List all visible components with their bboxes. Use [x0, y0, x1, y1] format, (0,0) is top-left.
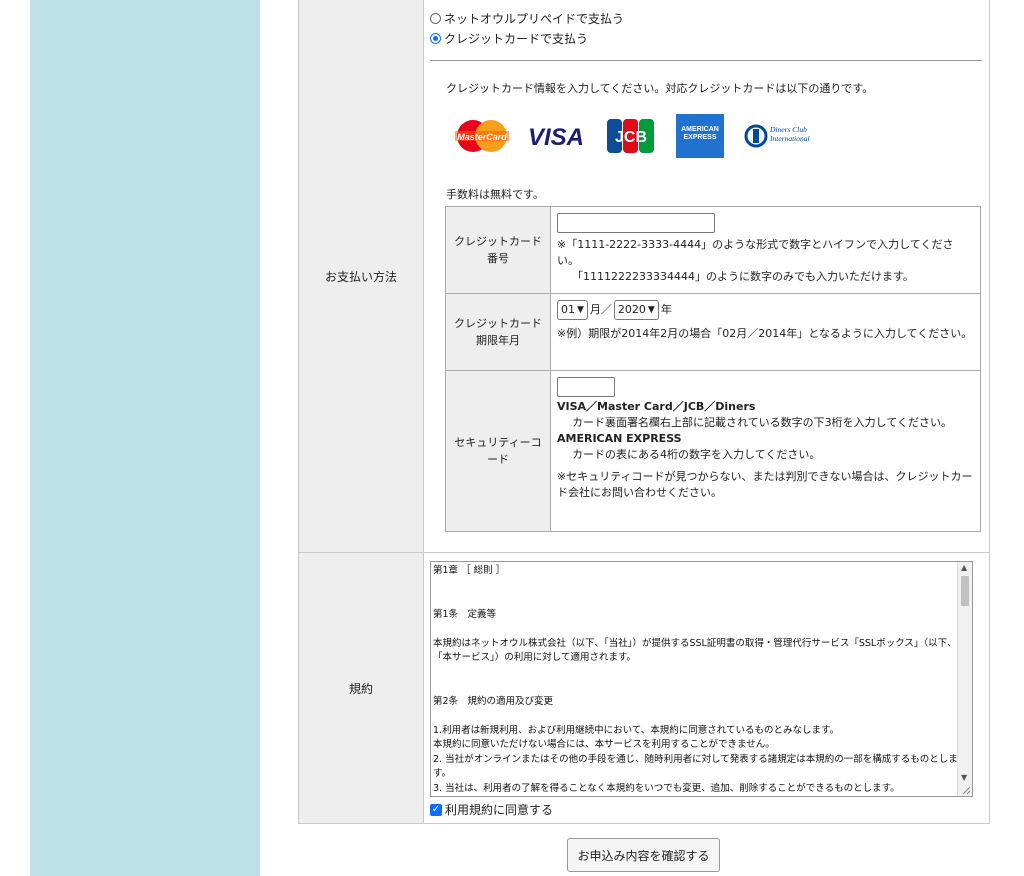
expiry-month-value: 01	[561, 303, 575, 316]
security-note: ※セキュリティコードが見つからない、または判別できない場合は、クレジットカード会…	[557, 470, 973, 499]
scroll-thumb[interactable]	[961, 576, 969, 606]
fee-text: 手数料は無料です。	[446, 188, 544, 201]
agree-checkbox[interactable]: ✓	[430, 803, 442, 816]
expiry-year-unit: 年	[660, 303, 672, 316]
jcb-logo: JCB	[607, 119, 654, 153]
terms-text: 第1章 ［ 総則 ］ 第1条 定義等 本規約はネットオウル株式会社（以下、「当社…	[433, 565, 958, 794]
expiry-month-unit: 月／	[589, 303, 612, 316]
expiry-month-select[interactable]: 01 ▼	[557, 300, 588, 320]
security-code-label: セキュリティーコード	[446, 371, 551, 531]
form-table: お支払い方法 ネットオウルプリペイドで支払う クレジットカードで支払う クレジッ…	[298, 0, 990, 824]
terms-label: 規約	[299, 552, 424, 823]
security-brands-2: AMERICAN EXPRESS	[557, 432, 682, 445]
security-brands-1: VISA／Master Card／JCB／Diners	[557, 400, 756, 413]
card-number-input[interactable]	[557, 213, 715, 233]
scroll-down-icon[interactable]: ▼	[961, 773, 967, 782]
expiry-note: ※例）期限が2014年2月の場合「02月／2014年」となるように入力してくださ…	[557, 327, 973, 340]
card-details-table: クレジットカード番号 ※「1111-2222-3333-4444」のような形式で…	[445, 206, 981, 532]
visa-logo: VISA	[528, 124, 584, 149]
expiry-cell: 01 ▼ 月／ 2020 ▼ 年 ※例）期限が2014年2月の場合「02月／20…	[551, 294, 980, 370]
security-code-row: セキュリティーコード VISA／Master Card／JCB／Diners カ…	[446, 371, 980, 531]
divider	[430, 60, 982, 61]
radio-prepaid-circle[interactable]	[430, 13, 441, 24]
svg-text:JCB: JCB	[615, 129, 647, 146]
diners-logo-text: Diners Club International	[770, 126, 810, 143]
svg-text:MasterCard: MasterCard	[457, 132, 507, 142]
chevron-down-icon: ▼	[577, 305, 584, 315]
security-code-input[interactable]	[557, 377, 615, 397]
expiry-year-value: 2020	[617, 303, 646, 316]
security-desc-2: カードの表にある4桁の数字を入力してください。	[572, 448, 821, 461]
mastercard-logo: MasterCard	[455, 120, 509, 152]
card-logos: MasterCard VISA JCB AMERICAN EXPRESS Din…	[454, 112, 834, 160]
agree-checkbox-row[interactable]: ✓ 利用規約に同意する	[430, 801, 553, 818]
scroll-up-icon[interactable]: ▲	[961, 563, 967, 572]
radio-credit-card[interactable]: クレジットカードで支払う	[430, 30, 588, 47]
terms-scrollbar[interactable]: ▲ ▼	[957, 562, 972, 796]
radio-credit-card-circle[interactable]	[430, 33, 441, 44]
radio-credit-card-label[interactable]: クレジットカードで支払う	[444, 30, 588, 47]
svg-text:VISA: VISA	[528, 124, 584, 149]
confirm-button[interactable]: お申込み内容を確認する	[567, 838, 720, 872]
card-number-note: ※「1111-2222-3333-4444」のような形式で数字とハイフンで入力し…	[557, 238, 954, 267]
amex-logo: AMERICAN EXPRESS	[676, 114, 724, 158]
expiry-label: クレジットカード期限年月	[446, 294, 551, 370]
resize-grip-icon[interactable]	[961, 785, 971, 795]
card-number-label: クレジットカード番号	[446, 207, 551, 293]
left-sidebar	[30, 0, 260, 876]
terms-cell: 第1章 ［ 総則 ］ 第1条 定義等 本規約はネットオウル株式会社（以下、「当社…	[424, 552, 989, 824]
diners-logo: Diners Club International	[744, 124, 810, 148]
radio-prepaid-label[interactable]: ネットオウルプリペイドで支払う	[444, 10, 624, 27]
card-intro-text: クレジットカード情報を入力してください。対応クレジットカードは以下の通りです。	[446, 82, 874, 95]
expiry-year-select[interactable]: 2020 ▼	[613, 300, 659, 320]
payment-method-label: お支払い方法	[299, 0, 424, 552]
radio-prepaid[interactable]: ネットオウルプリペイドで支払う	[430, 10, 624, 27]
expiry-row: クレジットカード期限年月 01 ▼ 月／ 2020 ▼ 年 ※例）期限が2014…	[446, 294, 980, 371]
terms-textarea[interactable]: 第1章 ［ 総則 ］ 第1条 定義等 本規約はネットオウル株式会社（以下、「当社…	[430, 561, 973, 797]
amex-logo-text: AMERICAN EXPRESS	[681, 126, 719, 141]
chevron-down-icon: ▼	[647, 305, 655, 315]
agree-label[interactable]: 利用規約に同意する	[445, 801, 553, 818]
card-number-row: クレジットカード番号 ※「1111-2222-3333-4444」のような形式で…	[446, 207, 980, 294]
security-code-cell: VISA／Master Card／JCB／Diners カード裏面署名欄右上部に…	[551, 371, 980, 531]
security-desc-1: カード裏面署名欄右上部に記載されている数字の下3桁を入力してください。	[572, 416, 953, 429]
card-number-cell: ※「1111-2222-3333-4444」のような形式で数字とハイフンで入力し…	[551, 207, 980, 293]
payment-method-cell: ネットオウルプリペイドで支払う クレジットカードで支払う クレジットカード情報を…	[424, 0, 989, 552]
card-number-note-2: 「1111222233334444」のように数字のみでも入力いただけます。	[572, 270, 914, 283]
